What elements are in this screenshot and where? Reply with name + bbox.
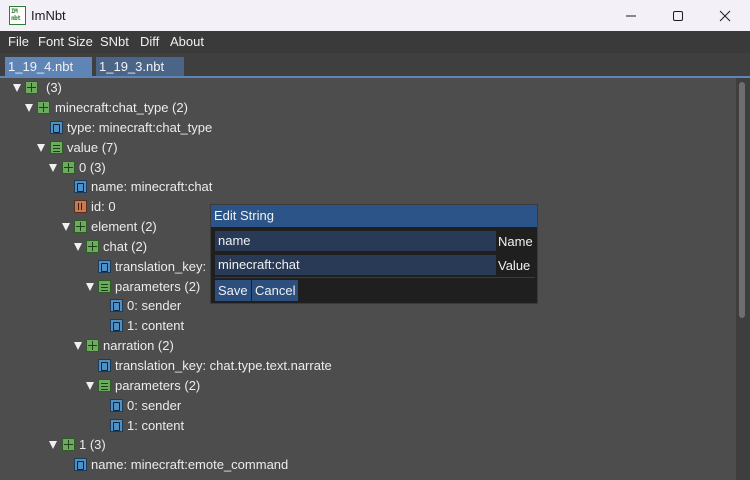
tree-row-label: minecraft:chat_type (2) [55,100,188,115]
tab-1-19-4[interactable]: 1_19_4.nbt [5,57,92,77]
value-field[interactable]: minecraft:chat [215,255,496,275]
list-tag-icon [98,379,111,392]
expand-arrow-icon[interactable] [74,342,82,350]
tree-row-label: parameters (2) [115,279,201,294]
tree-row-label: 0 (3) [79,160,106,175]
compound-tag-icon [62,161,75,174]
maximize-icon [673,10,683,21]
expand-arrow-icon[interactable] [13,84,21,92]
compound-tag-icon [62,438,75,451]
string-tag-icon [110,419,123,432]
menu-diff[interactable]: Diff [140,34,159,49]
tab-bar: 1_19_4.nbt 1_19_3.nbt [0,53,750,77]
menu-font-size[interactable]: Font Size [38,34,93,49]
menu-bar: File Font Size SNbt Diff About [0,31,750,53]
edit-string-dialog: Edit String name Name minecraft:chat Val… [210,204,538,304]
string-tag-icon [110,399,123,412]
compound-tag-icon [37,101,50,114]
tree-row-label: name: minecraft:chat [91,179,213,194]
list-tag-icon [98,280,111,293]
tree-row-label: 1: content [127,418,185,433]
tree-row-label: chat (2) [103,239,148,254]
tab-underline [0,76,750,78]
string-tag-icon [74,458,87,471]
compound-tag-icon [74,220,87,233]
tree-row-label: 0: sender [127,398,182,413]
window-title: ImNbt [31,8,66,23]
int-tag-icon [74,200,87,213]
compound-tag-icon [86,240,99,253]
string-tag-icon [98,359,111,372]
expand-arrow-icon[interactable] [25,104,33,112]
compound-tag-icon [25,81,38,94]
compound-tag-icon [86,339,99,352]
tree-row-label: translation_key: chat.type.text.narrate [115,358,332,373]
tree-row-label: parameters (2) [115,378,201,393]
tree-row-label: element (2) [91,219,157,234]
menu-file[interactable]: File [8,34,29,49]
expand-arrow-icon[interactable] [49,441,57,449]
minimize-icon [626,15,636,16]
expand-arrow-icon[interactable] [37,144,45,152]
logo-text-bottom: nbt [11,15,21,22]
expand-arrow-icon[interactable] [86,283,94,291]
cancel-button[interactable]: Cancel [252,280,299,301]
name-field-label: Name [498,234,533,249]
tree-row-label: name: minecraft:emote_command [91,457,289,472]
app-logo-icon: IM nbt [9,6,26,25]
minimize-button[interactable] [608,0,654,31]
string-tag-icon [74,180,87,193]
string-tag-icon [98,260,111,273]
tab-1-19-3[interactable]: 1_19_3.nbt [96,57,184,77]
maximize-button[interactable] [655,0,701,31]
tree-row-label: value (7) [67,140,118,155]
tree-row-label: id: 0 [91,199,116,214]
tree-row-label: narration (2) [103,338,174,353]
tree-row-label: 1 (3) [79,437,106,452]
close-icon [719,10,731,21]
save-button[interactable]: Save [215,280,251,301]
expand-arrow-icon[interactable] [62,223,70,231]
close-button[interactable] [702,0,748,31]
tree-row-label: (3) [46,80,62,95]
string-tag-icon [110,299,123,312]
expand-arrow-icon[interactable] [74,243,82,251]
logo-text-top: IM [11,8,18,15]
string-tag-icon [110,319,123,332]
value-field-label: Value [498,258,531,273]
expand-arrow-icon[interactable] [49,164,57,172]
menu-snbt[interactable]: SNbt [100,34,129,49]
tree-row-label: 0: sender [127,298,182,313]
dialog-title[interactable]: Edit String [211,205,537,227]
dialog-separator [215,277,535,278]
menu-about[interactable]: About [170,34,204,49]
expand-arrow-icon[interactable] [86,382,94,390]
list-tag-icon [50,141,63,154]
scrollbar-thumb[interactable] [739,82,745,318]
tree-row-label: 1: content [127,318,185,333]
string-tag-icon [50,121,63,134]
tree-row-label: type: minecraft:chat_type [67,120,213,135]
window-titlebar[interactable]: IM nbt ImNbt [0,0,750,31]
name-field[interactable]: name [215,231,496,251]
